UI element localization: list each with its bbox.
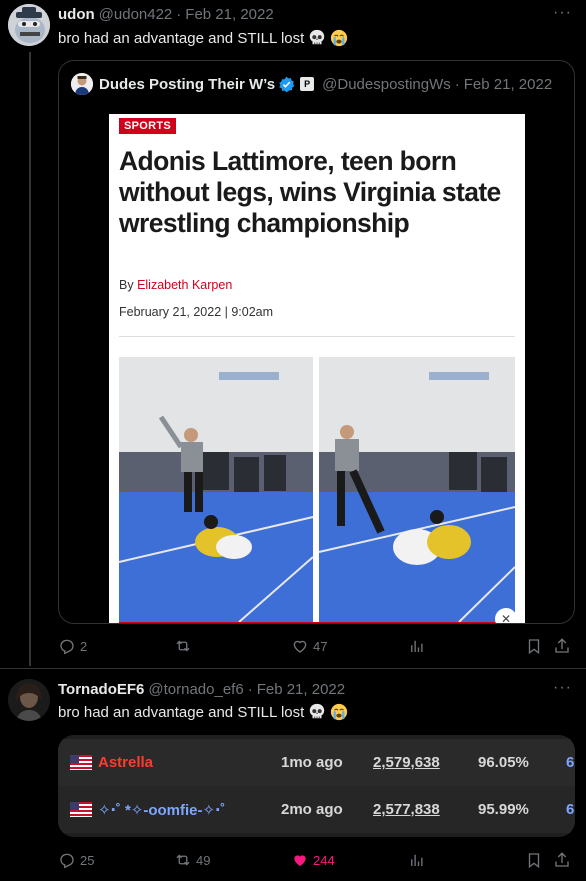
time-ago: 1mo ago: [281, 754, 343, 771]
divider: [119, 336, 515, 337]
article-byline: By Elizabeth Karpen: [119, 278, 232, 292]
share-icon: [555, 852, 569, 867]
article-screenshot[interactable]: SPORTS Adonis Lattimore, teen born witho…: [109, 114, 525, 623]
action-bar: 2 47: [58, 635, 574, 657]
tweet-body: bro had an advantage and STILL lost: [58, 703, 305, 721]
sob-emoji: [331, 703, 348, 721]
share-button[interactable]: [553, 849, 571, 871]
quoted-tweet-card[interactable]: Dudes Posting Their W’s P @DudespostingW…: [58, 60, 575, 624]
more-options-button[interactable]: ···: [553, 4, 572, 22]
like-button[interactable]: 244: [291, 849, 335, 871]
separator-dot: ·: [454, 75, 460, 93]
article-footer-strip: [119, 622, 515, 623]
heart-icon: [294, 855, 306, 866]
repost-icon: [176, 640, 190, 652]
like-count: 47: [313, 638, 328, 654]
tweet-text: bro had an advantage and STILL lost: [58, 703, 348, 721]
separator-dot: ·: [176, 6, 182, 23]
avatar[interactable]: [8, 679, 50, 721]
tweet-udon[interactable]: udon @udon422 · Feb 21, 2022 ··· bro had…: [0, 0, 586, 668]
display-name[interactable]: udon: [58, 6, 95, 23]
like-count: 244: [313, 852, 335, 868]
player-name: Astrella: [98, 754, 154, 771]
quoted-timestamp[interactable]: Feb 21, 2022: [464, 76, 552, 93]
avatar[interactable]: [8, 4, 50, 46]
flag-us-icon: [70, 755, 92, 770]
quoted-display-name[interactable]: Dudes Posting Their W’s: [99, 76, 275, 93]
repost-icon: [176, 854, 190, 866]
player-name: ✧‧˚ *✧-oomfie-✧‧˚: [98, 801, 226, 819]
affiliate-badge: P: [300, 77, 315, 91]
article-headline: Adonis Lattimore, teen born without legs…: [119, 146, 501, 238]
tweet-body: bro had an advantage and STILL lost: [58, 29, 305, 47]
handle[interactable]: @udon422: [99, 6, 173, 23]
quoted-avatar: [71, 73, 93, 95]
views-icon: [411, 854, 423, 866]
wrestling-photo: [119, 357, 515, 622]
reply-button[interactable]: 2: [58, 635, 87, 657]
action-bar: 25 49 244: [58, 849, 574, 871]
like-button[interactable]: 47: [291, 635, 327, 657]
repost-button[interactable]: [174, 635, 196, 657]
verified-icon: [279, 76, 295, 92]
skull-emoji: [310, 703, 325, 719]
truncated-value: 6: [566, 801, 575, 818]
bookmark-icon: [528, 639, 540, 655]
flag-us-icon: [70, 802, 92, 817]
skull-emoji: [310, 29, 325, 45]
quoted-tweet-header: Dudes Posting Their W’s P @DudespostingW…: [71, 73, 552, 95]
display-name[interactable]: TornadoEF6: [58, 681, 144, 698]
tweet-tornado[interactable]: TornadoEF6 @tornado_ef6 · Feb 21, 2022 ·…: [0, 668, 586, 881]
share-button[interactable]: [553, 635, 571, 657]
accuracy: 95.99%: [478, 801, 529, 818]
more-options-button[interactable]: ···: [553, 679, 572, 697]
accuracy: 96.05%: [478, 754, 529, 771]
time-ago: 2mo ago: [281, 801, 343, 818]
views-icon: [411, 640, 423, 652]
bookmark-button[interactable]: [525, 635, 543, 657]
truncated-value: 6: [566, 754, 575, 771]
share-icon: [555, 638, 569, 653]
repost-button[interactable]: 49: [174, 849, 210, 871]
sob-emoji: [331, 29, 348, 47]
article-dateline: February 21, 2022 | 9:02am: [119, 305, 274, 319]
tweet-header: TornadoEF6 @tornado_ef6 · Feb 21, 2022: [58, 681, 345, 698]
bookmark-button[interactable]: [525, 849, 543, 871]
handle[interactable]: @tornado_ef6: [148, 681, 243, 698]
views-button[interactable]: [408, 635, 426, 657]
reply-count: 2: [80, 638, 88, 654]
article-author: Elizabeth Karpen: [137, 278, 233, 292]
score: 2,577,838: [373, 801, 440, 818]
reply-button[interactable]: 25: [58, 849, 94, 871]
timestamp[interactable]: Feb 21, 2022: [185, 6, 273, 23]
reply-icon: [60, 853, 74, 869]
leaderboard-row: ✧‧˚ *✧-oomfie-✧‧˚ 2mo ago 2,577,838 95.9…: [58, 786, 575, 833]
separator-dot: ·: [247, 681, 253, 698]
tweet-header: udon @udon422 · Feb 21, 2022: [58, 6, 274, 23]
reply-count: 25: [80, 852, 95, 868]
repost-count: 49: [196, 852, 211, 868]
reply-icon: [60, 639, 74, 655]
byline-prefix: By: [119, 278, 138, 292]
heart-icon: [293, 640, 307, 653]
views-button[interactable]: [408, 849, 426, 871]
timestamp[interactable]: Feb 21, 2022: [257, 681, 345, 698]
leaderboard-image[interactable]: Astrella 1mo ago 2,579,638 96.05% 6 ✧‧˚ …: [58, 735, 575, 837]
tweet-text: bro had an advantage and STILL lost: [58, 29, 348, 47]
sports-tag: SPORTS: [119, 118, 177, 134]
close-icon[interactable]: ✕: [495, 608, 517, 623]
leaderboard-row: Astrella 1mo ago 2,579,638 96.05% 6: [58, 739, 575, 786]
bookmark-icon: [528, 853, 540, 869]
score: 2,579,638: [373, 754, 440, 771]
quoted-handle[interactable]: @DudespostingWs: [322, 76, 451, 93]
